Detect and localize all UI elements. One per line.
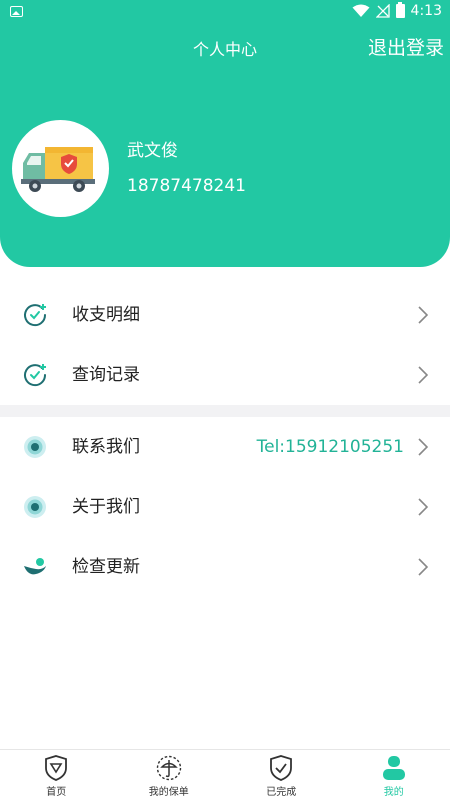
menu-group-info: 联系我们 Tel:15912105251 关于我们 检查更新 bbox=[0, 417, 450, 597]
status-time: 4:13 bbox=[411, 3, 442, 19]
status-bar: 4:13 bbox=[0, 0, 450, 26]
menu-item-check-update[interactable]: 检查更新 bbox=[0, 537, 450, 597]
avatar[interactable] bbox=[12, 120, 109, 217]
contact-phone[interactable]: Tel:15912105251 bbox=[257, 417, 404, 477]
shield-home-icon bbox=[44, 755, 68, 781]
tab-mine[interactable]: 我的 bbox=[338, 750, 450, 801]
update-icon bbox=[22, 554, 48, 580]
user-phone: 18787478241 bbox=[127, 176, 246, 196]
tab-home[interactable]: 首页 bbox=[0, 750, 113, 801]
menu-item-label: 关于我们 bbox=[72, 477, 140, 537]
menu-item-contact-us[interactable]: 联系我们 Tel:15912105251 bbox=[0, 417, 450, 477]
user-icon bbox=[382, 755, 406, 781]
user-name: 武文俊 bbox=[127, 136, 178, 161]
chevron-right-icon bbox=[418, 306, 428, 324]
bottom-tab-bar: 首页 我的保单 已完成 我的 bbox=[0, 749, 450, 801]
chevron-right-icon bbox=[418, 438, 428, 456]
tab-completed[interactable]: 已完成 bbox=[225, 750, 338, 801]
image-notification-icon bbox=[10, 6, 23, 17]
menu-item-query-records[interactable]: 查询记录 bbox=[0, 345, 450, 405]
shield-check-icon bbox=[269, 755, 293, 781]
tab-label: 已完成 bbox=[225, 783, 338, 798]
wifi-icon bbox=[352, 4, 370, 18]
signal-icon bbox=[376, 4, 390, 18]
menu-item-label: 查询记录 bbox=[72, 345, 140, 405]
circle-dot-icon bbox=[22, 494, 48, 520]
menu-item-income-expense[interactable]: 收支明细 bbox=[0, 285, 450, 345]
circle-dot-icon bbox=[22, 434, 48, 460]
menu-item-about-us[interactable]: 关于我们 bbox=[0, 477, 450, 537]
menu-item-label: 收支明细 bbox=[72, 285, 140, 345]
menu-item-label: 联系我们 bbox=[72, 417, 140, 477]
profile-header: 4:13 个人中心 退出登录 武文俊 18787478241 bbox=[0, 0, 450, 267]
menu-item-label: 检查更新 bbox=[72, 537, 140, 597]
policy-icon bbox=[156, 755, 182, 781]
tab-label: 我的保单 bbox=[113, 783, 226, 798]
tab-my-policy[interactable]: 我的保单 bbox=[113, 750, 226, 801]
chevron-right-icon bbox=[418, 366, 428, 384]
chevron-right-icon bbox=[418, 558, 428, 576]
menu-group-account: 收支明细 查询记录 bbox=[0, 285, 450, 405]
battery-icon bbox=[396, 4, 405, 18]
clock-plus-icon bbox=[22, 362, 48, 388]
chevron-right-icon bbox=[418, 498, 428, 516]
tab-label: 首页 bbox=[0, 783, 113, 798]
tab-label: 我的 bbox=[338, 783, 450, 798]
section-divider bbox=[0, 405, 450, 417]
logout-button[interactable]: 退出登录 bbox=[368, 33, 444, 60]
clock-plus-icon bbox=[22, 302, 48, 328]
truck-shield-icon bbox=[21, 141, 101, 197]
